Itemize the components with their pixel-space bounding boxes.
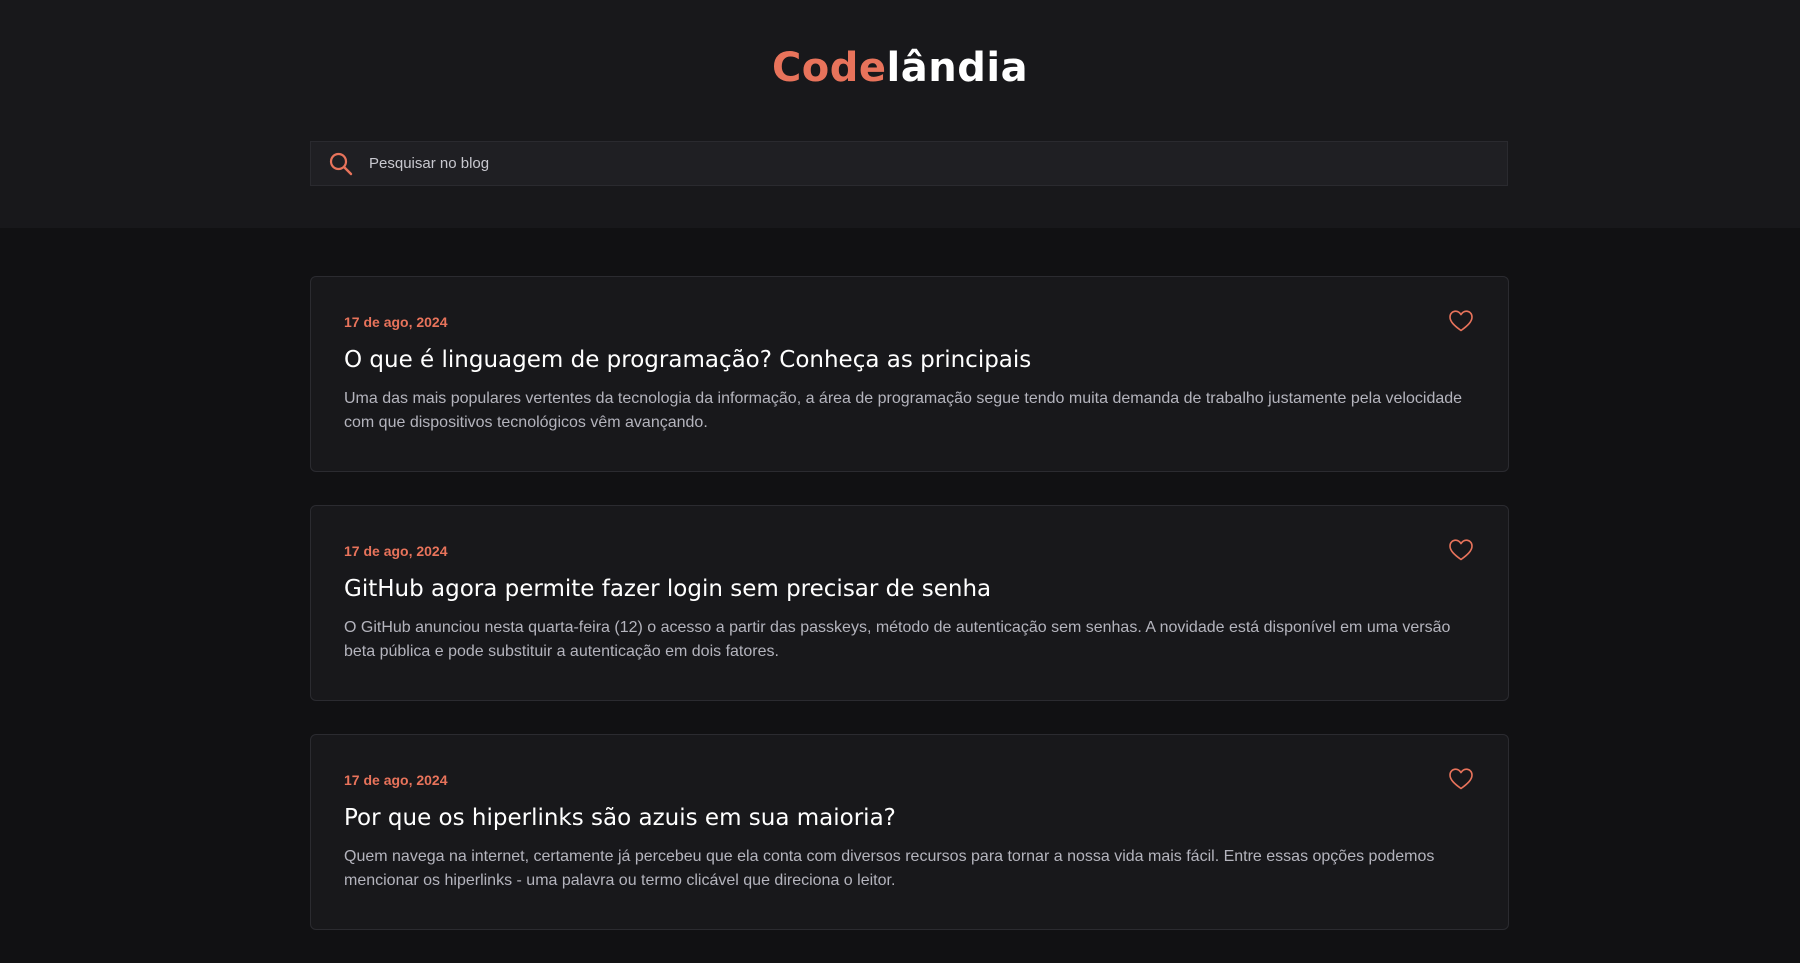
post-date: 17 de ago, 2024 [344, 314, 448, 330]
post-title[interactable]: O que é linguagem de programação? Conheç… [344, 345, 1475, 375]
post-excerpt: O GitHub anunciou nesta quarta-feira (12… [344, 619, 1451, 660]
heart-icon[interactable] [1448, 309, 1474, 333]
post-excerpt: Quem navega na internet, certamente já p… [344, 848, 1435, 889]
post-title[interactable]: GitHub agora permite fazer login sem pre… [344, 574, 1475, 604]
search-input[interactable] [367, 154, 1471, 173]
search-bar[interactable] [310, 141, 1508, 186]
site-header: Codelândia [0, 0, 1800, 228]
site-logo[interactable]: Codelândia [0, 42, 1800, 94]
post-date: 17 de ago, 2024 [344, 543, 448, 559]
post-date: 17 de ago, 2024 [344, 772, 448, 788]
post-list: 17 de ago, 2024 O que é linguagem de pro… [310, 276, 1509, 963]
logo-rest-text: lândia [886, 45, 1029, 91]
heart-icon[interactable] [1448, 767, 1474, 791]
post-card[interactable]: 17 de ago, 2024 O que é linguagem de pro… [310, 276, 1509, 472]
post-title[interactable]: Por que os hiperlinks são azuis em sua m… [344, 803, 1475, 833]
search-icon[interactable] [327, 150, 355, 178]
heart-icon[interactable] [1448, 538, 1474, 562]
logo-accent-text: Code [771, 45, 887, 91]
post-excerpt: Uma das mais populares vertentes da tecn… [344, 390, 1463, 431]
post-card[interactable]: 17 de ago, 2024 GitHub agora permite faz… [310, 505, 1509, 701]
post-card[interactable]: 17 de ago, 2024 Por que os hiperlinks sã… [310, 734, 1509, 930]
